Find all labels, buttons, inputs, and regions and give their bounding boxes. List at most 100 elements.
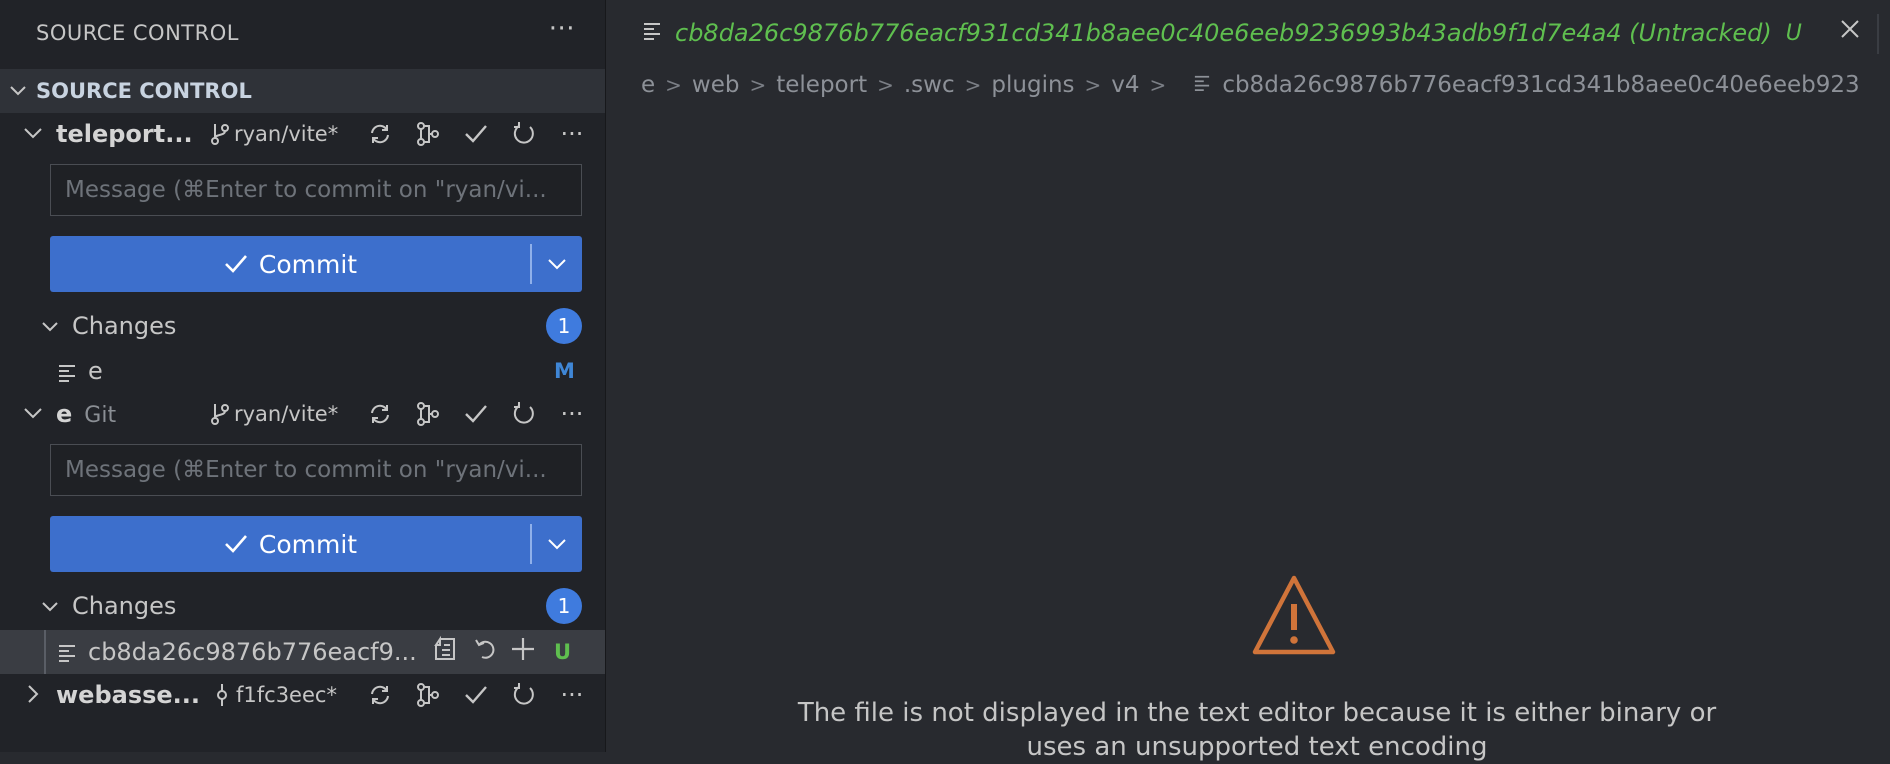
chevron-right-icon: > bbox=[964, 73, 982, 97]
commit-message-input[interactable]: Message (⌘Enter to commit on "ryan/vi... bbox=[50, 444, 582, 496]
file-status-modified: M bbox=[554, 359, 575, 383]
chevron-down-icon[interactable] bbox=[22, 402, 44, 430]
commit-dropdown[interactable] bbox=[532, 538, 583, 550]
commit-check-icon[interactable] bbox=[452, 123, 500, 145]
changes-group-header[interactable]: Changes 1 bbox=[0, 585, 605, 627]
commit-button[interactable]: Commit bbox=[50, 236, 582, 292]
file-text-icon bbox=[643, 21, 661, 45]
commit-check-icon[interactable] bbox=[452, 684, 500, 706]
repo-actions: ··· bbox=[356, 681, 596, 709]
changes-label: Changes bbox=[72, 592, 177, 620]
repo-row-teleport[interactable]: teleport... ryan/vite* ··· bbox=[0, 114, 605, 154]
commit-label: Commit bbox=[258, 529, 358, 559]
file-actions bbox=[432, 635, 536, 669]
sidebar-header: SOURCE CONTROL ··· bbox=[0, 0, 605, 66]
file-name: e bbox=[88, 357, 103, 385]
chevron-down-icon[interactable] bbox=[40, 315, 60, 343]
breadcrumb-item[interactable]: cb8da26c9876b776eacf931cd341b8aee0c40e6e… bbox=[1222, 72, 1859, 98]
repo-name: webasse... bbox=[56, 681, 201, 709]
changed-file-row[interactable]: cb8da26c9876b776eacf9... U bbox=[0, 630, 605, 674]
discard-changes-icon[interactable] bbox=[472, 636, 498, 668]
commit-button[interactable]: Commit bbox=[50, 516, 582, 572]
chevron-right-icon: > bbox=[749, 73, 767, 97]
graph-icon[interactable] bbox=[404, 120, 452, 148]
file-text-icon bbox=[1194, 72, 1210, 98]
editor-tab-active[interactable]: cb8da26c9876b776eacf931cd341b8aee0c40e6e… bbox=[607, 0, 1890, 66]
breadcrumb: e > web > teleport > .swc > plugins > v4… bbox=[641, 72, 1860, 98]
breadcrumb-item[interactable]: .swc bbox=[904, 72, 955, 98]
graph-icon[interactable] bbox=[404, 681, 452, 709]
repo-row-webassembly[interactable]: webasse... f1fc3eec* ··· bbox=[0, 675, 605, 715]
changes-group-header[interactable]: Changes 1 bbox=[0, 305, 605, 347]
commit-check-icon[interactable] bbox=[452, 403, 500, 425]
git-branch-icon bbox=[211, 124, 229, 145]
chevron-right-icon: > bbox=[877, 73, 894, 97]
commit-main[interactable]: Commit bbox=[50, 530, 530, 559]
branch-name: ryan/vite* bbox=[234, 402, 339, 426]
chevron-down-icon bbox=[548, 539, 566, 550]
breadcrumb-item[interactable]: web bbox=[692, 72, 740, 98]
sync-icon[interactable] bbox=[356, 682, 404, 708]
repo-provider: Git bbox=[84, 403, 117, 428]
chevron-right-icon: > bbox=[665, 73, 682, 97]
chevron-right-icon[interactable] bbox=[22, 683, 44, 711]
more-icon[interactable]: ··· bbox=[548, 681, 596, 709]
repo-name: teleport... bbox=[56, 120, 193, 148]
chevron-down-icon[interactable] bbox=[40, 595, 60, 623]
breadcrumb-item[interactable]: e bbox=[641, 72, 655, 98]
editor-area: cb8da26c9876b776eacf931cd341b8aee0c40e6e… bbox=[607, 0, 1890, 762]
binary-file-message: The file is not displayed in the text ed… bbox=[757, 696, 1757, 764]
commit-hash: f1fc3eec* bbox=[236, 683, 337, 707]
warning-icon bbox=[1251, 574, 1337, 662]
refresh-icon[interactable] bbox=[500, 401, 548, 427]
check-icon bbox=[224, 255, 247, 273]
repo-row-e[interactable]: e Git ryan/vite* ··· bbox=[0, 394, 605, 434]
commit-message-input[interactable]: Message (⌘Enter to commit on "ryan/vi... bbox=[50, 164, 582, 216]
commit-label: Commit bbox=[258, 249, 358, 279]
repo-actions: ··· bbox=[356, 400, 596, 428]
breadcrumb-item[interactable]: v4 bbox=[1111, 72, 1139, 98]
sync-icon[interactable] bbox=[356, 401, 404, 427]
branch-picker[interactable]: ryan/vite* bbox=[210, 122, 338, 146]
open-file-icon[interactable] bbox=[432, 635, 460, 669]
more-icon[interactable]: ··· bbox=[548, 400, 596, 428]
source-control-section-header[interactable]: SOURCE CONTROL bbox=[0, 69, 605, 113]
file-text-icon bbox=[58, 641, 76, 669]
commit-picker[interactable]: f1fc3eec* bbox=[214, 683, 337, 707]
changes-count-badge: 1 bbox=[546, 308, 582, 344]
refresh-icon[interactable] bbox=[500, 682, 548, 708]
chevron-down-icon bbox=[548, 259, 566, 270]
chevron-down-icon[interactable] bbox=[22, 122, 44, 150]
file-status-untracked: U bbox=[554, 640, 572, 664]
tree-indent-guide bbox=[44, 630, 46, 674]
branch-picker[interactable]: ryan/vite* bbox=[210, 402, 338, 426]
tab-status: U bbox=[1785, 20, 1802, 46]
git-commit-icon bbox=[217, 684, 227, 706]
more-icon[interactable]: ··· bbox=[548, 120, 596, 148]
graph-icon[interactable] bbox=[404, 400, 452, 428]
tab-title: cb8da26c9876b776eacf931cd341b8aee0c40e6e… bbox=[675, 19, 1772, 47]
commit-dropdown[interactable] bbox=[532, 258, 583, 270]
repo-name: e Git bbox=[56, 400, 116, 428]
source-control-sidebar: SOURCE CONTROL ··· SOURCE CONTROL telepo… bbox=[0, 0, 606, 752]
breadcrumb-item[interactable]: plugins bbox=[991, 72, 1074, 98]
chevron-right-icon: > bbox=[1084, 73, 1102, 97]
branch-name: ryan/vite* bbox=[234, 122, 339, 146]
tab-divider bbox=[1877, 14, 1879, 54]
repo-name-text: e bbox=[56, 400, 73, 428]
message-line-1: The file is not displayed in the text ed… bbox=[797, 698, 1717, 728]
file-text-icon bbox=[58, 361, 76, 389]
refresh-icon[interactable] bbox=[500, 121, 548, 147]
stage-changes-icon[interactable] bbox=[510, 636, 536, 668]
check-icon bbox=[224, 535, 247, 553]
message-line-2: uses an unsupported text encoding bbox=[1026, 732, 1488, 762]
close-icon[interactable] bbox=[1839, 18, 1861, 44]
chevron-right-icon: > bbox=[1149, 73, 1167, 97]
breadcrumb-item[interactable]: teleport bbox=[776, 72, 867, 98]
changed-file-row[interactable]: e M bbox=[0, 350, 605, 392]
more-actions-icon[interactable]: ··· bbox=[549, 14, 575, 44]
sync-icon[interactable] bbox=[356, 121, 404, 147]
commit-main[interactable]: Commit bbox=[50, 250, 530, 279]
changes-label: Changes bbox=[72, 312, 177, 340]
changes-count-badge: 1 bbox=[546, 588, 582, 624]
